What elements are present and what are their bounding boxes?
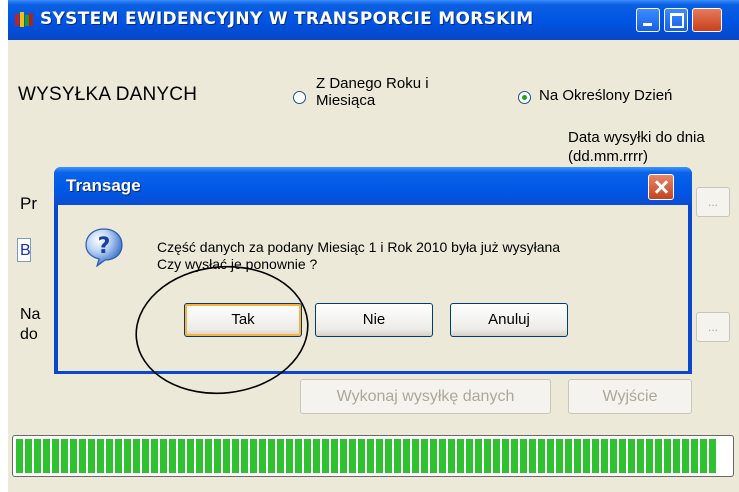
radio-specific-day[interactable] — [518, 91, 531, 104]
browse-button-2[interactable]: ... — [696, 312, 730, 342]
partial-field-b[interactable]: B — [17, 238, 31, 262]
dialog-body: ? Część danych za podany Miesiąc 1 i Rok… — [58, 205, 688, 371]
confirm-dialog: Transage ? Część danych za podany Miesią… — [54, 167, 692, 374]
exit-button[interactable]: Wyjście — [568, 379, 692, 414]
question-icon: ? — [85, 228, 123, 267]
main-title-bar: SYSTEM EWIDENCYJNY W TRANSPORCIE MORSKIM — [8, 0, 739, 40]
section-title: WYSYŁKA DANYCH — [18, 84, 198, 105]
maximize-button[interactable] — [664, 8, 688, 32]
dialog-title-bar: Transage — [54, 167, 692, 205]
partial-label-do: do — [20, 326, 38, 343]
partial-label-na-do: Na do — [20, 305, 40, 345]
app-logo-icon — [15, 12, 33, 27]
yes-button[interactable]: Tak — [184, 303, 302, 337]
send-date-label: Data wysyłki do dnia (dd.mm.rrrr) — [568, 129, 705, 165]
minimize-button[interactable] — [636, 8, 660, 32]
cancel-button[interactable]: Anuluj — [450, 303, 568, 337]
radio-specific-day-label: Na Określony Dzień — [539, 87, 673, 104]
main-window-title: SYSTEM EWIDENCYJNY W TRANSPORCIE MORSKIM — [40, 9, 534, 29]
dialog-message: Część danych za podany Miesiąc 1 i Rok 2… — [157, 239, 560, 273]
close-button[interactable] — [692, 8, 722, 32]
dialog-close-button[interactable] — [648, 174, 674, 200]
no-button[interactable]: Nie — [315, 303, 433, 337]
progress-bar — [12, 435, 734, 477]
browse-button-1[interactable]: ... — [696, 187, 730, 217]
partial-label-pr: Pr — [20, 194, 37, 213]
dialog-title: Transage — [66, 176, 141, 195]
dialog-message-line1: Część danych za podany Miesiąc 1 i Rok 2… — [157, 239, 561, 255]
progress-fill — [16, 439, 716, 473]
radio-month-year-label: Z Danego Roku i Miesiąca — [316, 75, 429, 109]
radio-month-year[interactable] — [293, 91, 306, 104]
svg-text:?: ? — [98, 234, 111, 259]
execute-send-button[interactable]: Wykonaj wysyłkę danych — [300, 379, 551, 414]
partial-label-na: Na — [20, 306, 41, 323]
dialog-message-line2: Czy wysłać je ponownie ? — [157, 256, 318, 272]
